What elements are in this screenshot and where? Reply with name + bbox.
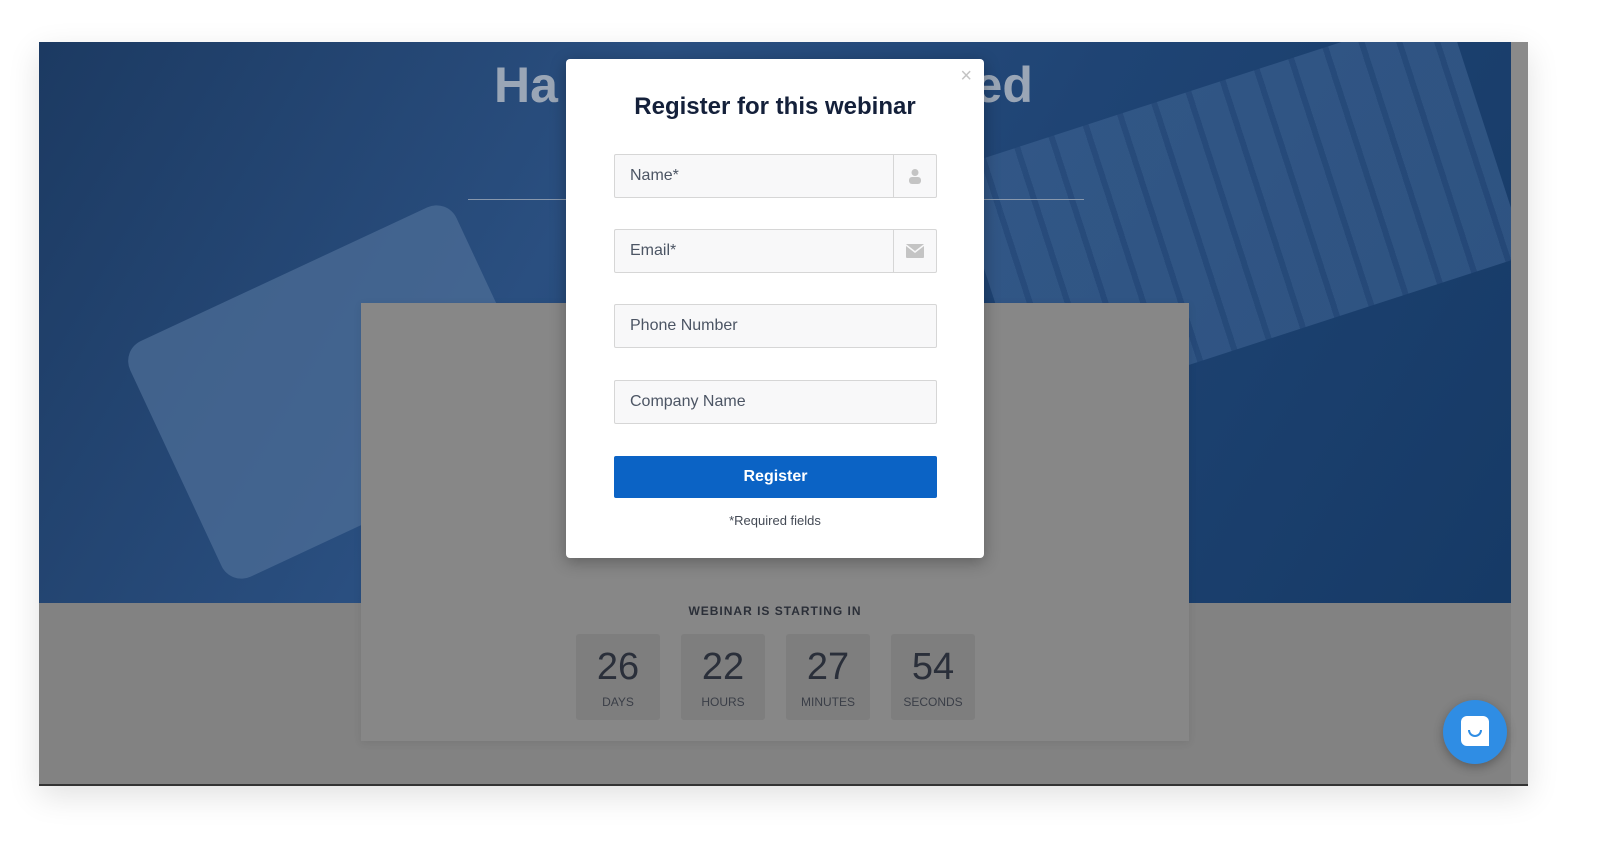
modal-title: Register for this webinar bbox=[634, 93, 916, 120]
user-icon bbox=[893, 155, 936, 197]
phone-input[interactable] bbox=[615, 305, 936, 347]
scrollbar[interactable] bbox=[1511, 42, 1528, 786]
countdown-hours: 22 HOURS bbox=[681, 634, 765, 720]
hours-value: 22 bbox=[701, 646, 745, 688]
hero-title-left: Ha bbox=[494, 57, 558, 113]
name-input[interactable] bbox=[615, 155, 893, 197]
chat-launcher-button[interactable] bbox=[1443, 700, 1507, 764]
register-button[interactable]: Register bbox=[614, 456, 937, 498]
email-field bbox=[614, 229, 937, 273]
bottom-bar bbox=[39, 784, 1528, 786]
required-note: *Required fields bbox=[729, 513, 821, 528]
divider bbox=[984, 199, 1084, 200]
countdown-heading: WEBINAR IS STARTING IN bbox=[688, 604, 862, 618]
envelope-icon bbox=[893, 230, 936, 272]
company-field bbox=[614, 380, 937, 424]
registration-modal: × Register for this webinar Register *Re… bbox=[566, 59, 984, 558]
phone-field bbox=[614, 304, 937, 348]
days-label: DAYS bbox=[602, 695, 634, 709]
seconds-value: 54 bbox=[911, 646, 955, 688]
days-value: 26 bbox=[596, 646, 640, 688]
countdown-minutes: 27 MINUTES bbox=[786, 634, 870, 720]
countdown-seconds: 54 SECONDS bbox=[891, 634, 975, 720]
close-icon[interactable]: × bbox=[960, 65, 972, 88]
hours-label: HOURS bbox=[701, 695, 745, 709]
minutes-label: MINUTES bbox=[801, 695, 855, 709]
email-input[interactable] bbox=[615, 230, 893, 272]
minutes-value: 27 bbox=[806, 646, 850, 688]
divider bbox=[468, 199, 568, 200]
countdown-days: 26 DAYS bbox=[576, 634, 660, 720]
company-input[interactable] bbox=[615, 381, 936, 423]
seconds-label: SECONDS bbox=[903, 695, 963, 709]
name-field bbox=[614, 154, 937, 198]
